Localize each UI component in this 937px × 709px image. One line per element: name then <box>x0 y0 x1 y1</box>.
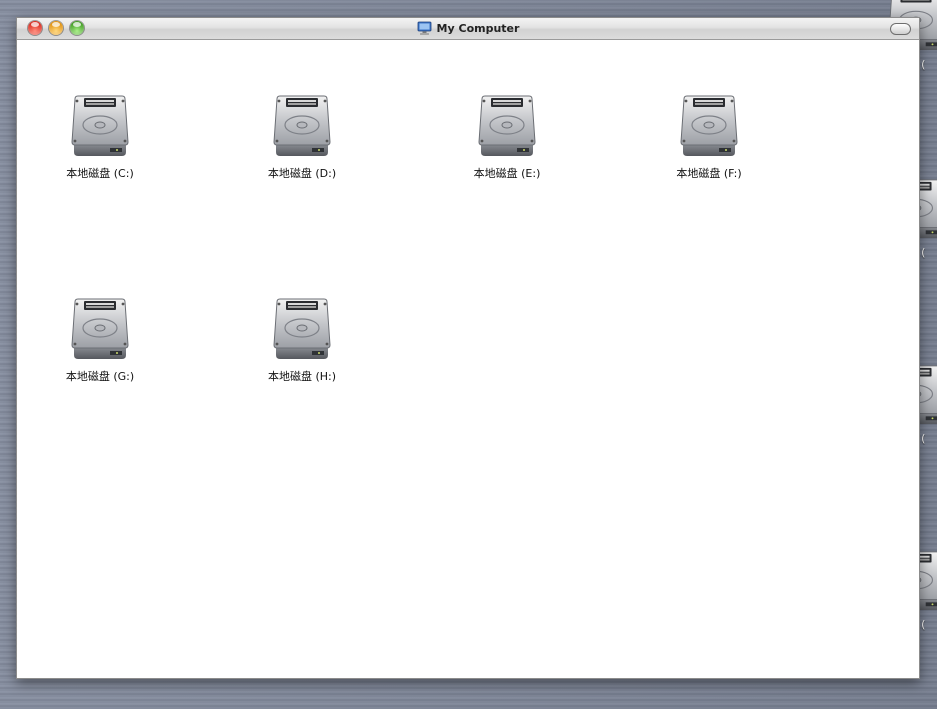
drive-label: 本地磁盘 (E:) <box>473 167 541 180</box>
drive-item-e[interactable]: 本地磁盘 (E:) <box>452 92 562 192</box>
toolbar-toggle-button[interactable] <box>890 23 911 35</box>
hard-drive-icon <box>66 92 134 160</box>
hard-drive-icon <box>66 295 134 363</box>
window-titlebar[interactable]: My Computer <box>17 18 919 40</box>
drive-label: 本地磁盘 (H:) <box>267 370 337 383</box>
window-content: 本地磁盘 (C:) 本地磁盘 (D:) 本地磁盘 (E:) 本地磁盘 (F:) … <box>17 40 919 678</box>
window-title: My Computer <box>436 22 520 35</box>
drive-item-g[interactable]: 本地磁盘 (G:) <box>45 295 155 395</box>
hard-drive-icon <box>268 92 336 160</box>
computer-icon <box>417 21 432 36</box>
drive-label: 本地磁盘 (C:) <box>66 167 134 180</box>
window-title-group: My Computer <box>17 18 919 39</box>
close-button[interactable] <box>28 21 42 35</box>
drive-label: 本地磁盘 (F:) <box>676 167 742 180</box>
hard-drive-icon <box>473 92 541 160</box>
drive-label: 本地磁盘 (G:) <box>65 370 135 383</box>
drive-item-h[interactable]: 本地磁盘 (H:) <box>247 295 357 395</box>
hard-drive-icon <box>268 295 336 363</box>
hard-drive-icon <box>675 92 743 160</box>
drive-item-c[interactable]: 本地磁盘 (C:) <box>45 92 155 192</box>
drive-item-f[interactable]: 本地磁盘 (F:) <box>654 92 764 192</box>
zoom-button[interactable] <box>70 21 84 35</box>
my-computer-window: My Computer 本地磁盘 (C:) 本地磁盘 (D:) 本地磁盘 (E:… <box>16 17 920 679</box>
minimize-button[interactable] <box>49 21 63 35</box>
drive-item-d[interactable]: 本地磁盘 (D:) <box>247 92 357 192</box>
drive-label: 本地磁盘 (D:) <box>267 167 337 180</box>
